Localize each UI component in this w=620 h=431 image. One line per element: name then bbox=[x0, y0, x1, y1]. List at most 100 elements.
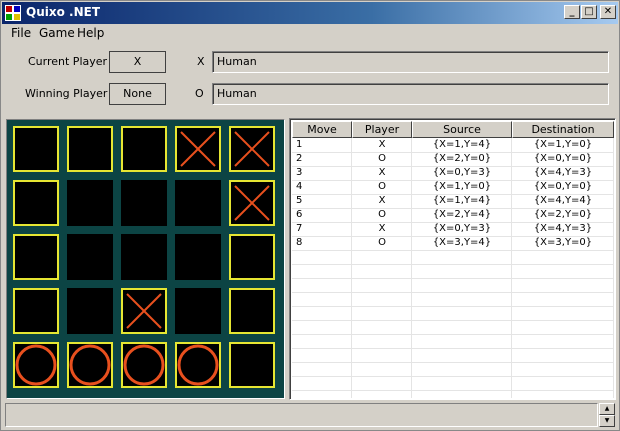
board-cell[interactable] bbox=[67, 288, 113, 334]
x-player-field[interactable]: Human bbox=[212, 51, 609, 73]
maximize-button[interactable]: □ bbox=[581, 5, 597, 19]
table-cell: X bbox=[378, 223, 386, 234]
o-player-label: O bbox=[195, 87, 204, 100]
menu-help[interactable]: Help bbox=[77, 26, 104, 40]
board-cell[interactable] bbox=[121, 126, 167, 172]
status-bar bbox=[5, 403, 598, 427]
board-cell[interactable] bbox=[13, 234, 59, 280]
table-row[interactable]: 7 X {X=0,Y=3} {X=4,Y=3} bbox=[292, 222, 614, 236]
table-cell: {X=1,Y=0} bbox=[432, 181, 492, 192]
table-cell: O bbox=[378, 181, 386, 192]
board-cell[interactable] bbox=[229, 234, 275, 280]
table-cell: X bbox=[378, 167, 386, 178]
table-row[interactable]: 2 O {X=2,Y=0} {X=0,Y=0} bbox=[292, 152, 614, 166]
board-cell[interactable] bbox=[13, 342, 59, 388]
winning-player-label: Winning Player bbox=[25, 87, 108, 100]
o-player-field[interactable]: Human bbox=[212, 83, 609, 105]
main-window: Quixo .NET _ □ ✕ File Game Help Current … bbox=[0, 0, 620, 431]
table-cell: 8 bbox=[296, 237, 303, 248]
column-header[interactable]: Destination bbox=[512, 121, 614, 138]
board-cell[interactable] bbox=[175, 234, 221, 280]
board-cell[interactable] bbox=[67, 342, 113, 388]
table-row[interactable]: 4 O {X=1,Y=0} {X=0,Y=0} bbox=[292, 180, 614, 194]
board-cell[interactable] bbox=[121, 288, 167, 334]
board-cell[interactable] bbox=[121, 234, 167, 280]
table-cell: {X=0,Y=0} bbox=[533, 153, 593, 164]
table-cell: {X=0,Y=0} bbox=[533, 181, 593, 192]
table-cell: 1 bbox=[296, 139, 303, 150]
board-cell[interactable] bbox=[67, 126, 113, 172]
board-cell[interactable] bbox=[229, 180, 275, 226]
table-cell: {X=3,Y=0} bbox=[533, 237, 593, 248]
table-cell: {X=4,Y=3} bbox=[533, 223, 593, 234]
board-cell[interactable] bbox=[175, 288, 221, 334]
row-divider bbox=[292, 264, 613, 265]
board-cell[interactable] bbox=[229, 126, 275, 172]
board-cell[interactable] bbox=[175, 342, 221, 388]
table-row[interactable]: 3 X {X=0,Y=3} {X=4,Y=3} bbox=[292, 166, 614, 180]
board-cell[interactable] bbox=[13, 180, 59, 226]
table-cell: 5 bbox=[296, 195, 303, 206]
column-header[interactable]: Source bbox=[412, 121, 512, 138]
table-cell: 4 bbox=[296, 181, 303, 192]
board-cell[interactable] bbox=[121, 342, 167, 388]
table-cell: O bbox=[378, 153, 386, 164]
table-row[interactable]: 6 O {X=2,Y=4} {X=2,Y=0} bbox=[292, 208, 614, 222]
board-cell[interactable] bbox=[175, 126, 221, 172]
table-cell: {X=1,Y=4} bbox=[432, 195, 492, 206]
table-cell: X bbox=[378, 139, 386, 150]
game-board bbox=[6, 119, 285, 399]
x-mark-icon bbox=[175, 126, 221, 172]
table-row[interactable]: 1 X {X=1,Y=4} {X=1,Y=0} bbox=[292, 138, 614, 152]
row-divider bbox=[292, 306, 613, 307]
x-mark-icon bbox=[121, 288, 167, 334]
table-cell: {X=0,Y=3} bbox=[432, 167, 492, 178]
board-cell[interactable] bbox=[13, 288, 59, 334]
board-cell[interactable] bbox=[229, 342, 275, 388]
row-divider bbox=[292, 250, 613, 251]
board-cell[interactable] bbox=[13, 126, 59, 172]
spin-down-icon[interactable]: ▼ bbox=[599, 415, 615, 427]
row-divider bbox=[292, 292, 613, 293]
table-cell: {X=3,Y=4} bbox=[432, 237, 492, 248]
x-player-label: X bbox=[197, 55, 205, 68]
x-mark-icon bbox=[229, 126, 275, 172]
table-cell: {X=0,Y=3} bbox=[432, 223, 492, 234]
table-cell: 3 bbox=[296, 167, 303, 178]
spin-up-icon[interactable]: ▲ bbox=[599, 403, 615, 415]
title-bar[interactable]: Quixo .NET _ □ ✕ bbox=[2, 2, 618, 24]
row-divider bbox=[292, 362, 613, 363]
table-row[interactable]: 5 X {X=1,Y=4} {X=4,Y=4} bbox=[292, 194, 614, 208]
moves-header: Move Player Source Destination bbox=[292, 121, 614, 138]
board-cell[interactable] bbox=[67, 234, 113, 280]
table-cell: {X=2,Y=4} bbox=[432, 209, 492, 220]
table-cell: 6 bbox=[296, 209, 303, 220]
column-header[interactable]: Move bbox=[292, 121, 352, 138]
row-divider bbox=[292, 348, 613, 349]
board-cell[interactable] bbox=[121, 180, 167, 226]
row-divider bbox=[292, 320, 613, 321]
minimize-button[interactable]: _ bbox=[564, 5, 580, 19]
o-mark-icon bbox=[13, 342, 59, 388]
o-mark-icon bbox=[175, 342, 221, 388]
x-mark-icon bbox=[229, 180, 275, 226]
table-cell: {X=4,Y=3} bbox=[533, 167, 593, 178]
table-row[interactable]: 8 O {X=3,Y=4} {X=3,Y=0} bbox=[292, 236, 614, 250]
board-cell[interactable] bbox=[67, 180, 113, 226]
close-button[interactable]: ✕ bbox=[600, 5, 616, 19]
table-cell: {X=1,Y=0} bbox=[533, 139, 593, 150]
moves-list[interactable]: Move Player Source Destination 1 X {X=1,Y=4} {… bbox=[289, 118, 616, 400]
column-header[interactable]: Player bbox=[352, 121, 412, 138]
status-spinner[interactable]: ▲ ▼ bbox=[599, 403, 615, 427]
board-cell[interactable] bbox=[229, 288, 275, 334]
table-cell: {X=1,Y=4} bbox=[432, 139, 492, 150]
row-divider bbox=[292, 278, 613, 279]
table-cell: {X=4,Y=4} bbox=[533, 195, 593, 206]
menu-file[interactable]: File bbox=[11, 26, 31, 40]
current-player-label: Current Player bbox=[28, 55, 108, 68]
row-divider bbox=[292, 390, 613, 391]
menu-game[interactable]: Game bbox=[39, 26, 75, 40]
table-cell: {X=2,Y=0} bbox=[432, 153, 492, 164]
board-cell[interactable] bbox=[175, 180, 221, 226]
table-cell: {X=2,Y=0} bbox=[533, 209, 593, 220]
